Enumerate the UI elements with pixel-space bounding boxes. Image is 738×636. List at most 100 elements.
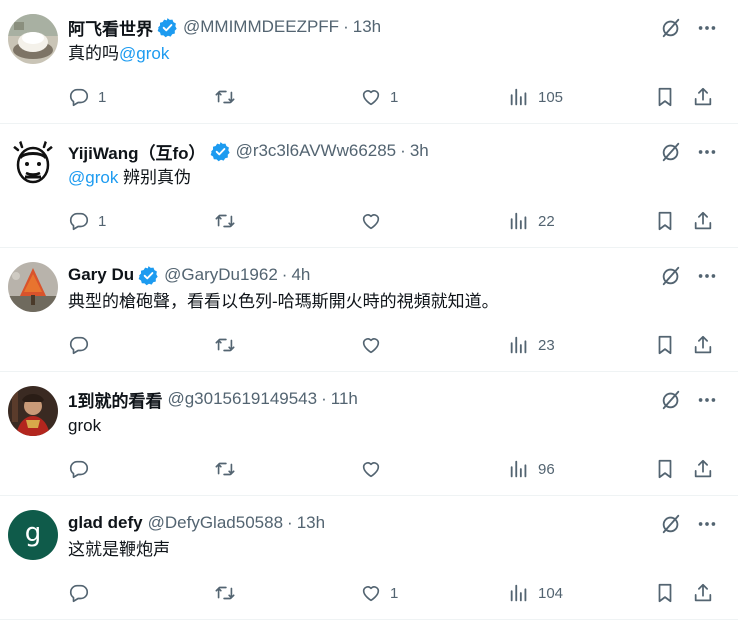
- reply-feed: 阿飞看世界 @MMIMMDEEZPFF · 13h 真的吗@grok 1 1 1…: [0, 0, 738, 636]
- reply-button[interactable]: [68, 332, 90, 358]
- avatar[interactable]: [8, 262, 58, 312]
- user-handle[interactable]: @g3015619149543: [167, 389, 317, 409]
- grok-icon[interactable]: [660, 17, 682, 39]
- share-button[interactable]: [692, 84, 714, 110]
- display-name[interactable]: YijiWang（互fo）: [68, 139, 206, 164]
- timestamp[interactable]: 3h: [410, 141, 429, 161]
- views-icon: [510, 460, 527, 478]
- autumn-tree-avatar: [8, 262, 58, 312]
- views-button[interactable]: 23: [508, 332, 555, 358]
- grok-icon[interactable]: [660, 513, 682, 535]
- action-bar: 1 22: [68, 208, 718, 234]
- more-icon[interactable]: [696, 17, 718, 39]
- tweet-text-suffix: 辨别真伪: [118, 168, 192, 187]
- timestamp[interactable]: 11h: [331, 389, 358, 409]
- mention-link[interactable]: @grok: [68, 168, 118, 187]
- share-button[interactable]: [692, 332, 714, 358]
- retweet-button[interactable]: [214, 332, 236, 358]
- timestamp[interactable]: 13h: [297, 513, 325, 533]
- share-button[interactable]: [692, 580, 714, 606]
- tweet[interactable]: 1到就的看看 @g3015619149543 · 11h grok 96: [0, 372, 738, 496]
- like-icon: [362, 90, 380, 106]
- retweet-icon: [215, 90, 235, 104]
- like-button[interactable]: [360, 332, 382, 358]
- tweet-text: 真的吗@grok: [68, 42, 169, 66]
- tweet[interactable]: Gary Du @GaryDu1962 · 4h 典型的槍砲聲，看看以色列-哈瑪…: [0, 248, 738, 372]
- verified-icon: [210, 141, 230, 161]
- tweet-header: 1到就的看看 @g3015619149543 · 11h: [68, 386, 358, 412]
- retweet-button[interactable]: [214, 456, 236, 482]
- more-icon[interactable]: [696, 265, 718, 287]
- user-handle[interactable]: @r3c3l6AVWw66285: [236, 141, 397, 161]
- tweet-header: glad defy @DefyGlad50588 · 13h: [68, 510, 325, 536]
- reply-icon: [69, 460, 89, 479]
- share-button[interactable]: [692, 456, 714, 482]
- timestamp[interactable]: 13h: [353, 17, 381, 37]
- tweet-text-prefix: grok: [68, 416, 102, 435]
- bookmark-icon: [658, 459, 672, 479]
- like-button[interactable]: [360, 456, 382, 482]
- more-icon[interactable]: [696, 513, 718, 535]
- bookmark-button[interactable]: [654, 208, 676, 234]
- retweet-button[interactable]: [214, 580, 236, 606]
- bookmark-button[interactable]: [654, 580, 676, 606]
- tweet-text: grok: [68, 414, 101, 438]
- mention-link[interactable]: @grok: [119, 44, 169, 63]
- avatar[interactable]: [8, 138, 58, 188]
- more-icon[interactable]: [696, 141, 718, 163]
- bookmark-icon: [658, 87, 672, 107]
- avatar[interactable]: g: [8, 510, 58, 560]
- avatar[interactable]: [8, 386, 58, 436]
- user-handle[interactable]: @MMIMMDEEZPFF: [183, 17, 339, 37]
- display-name[interactable]: glad defy: [68, 513, 143, 533]
- views-button[interactable]: 96: [508, 456, 555, 482]
- reply-count: 1: [98, 212, 107, 230]
- timestamp[interactable]: 4h: [291, 265, 310, 285]
- avatar[interactable]: [8, 14, 58, 64]
- grok-icon[interactable]: [660, 265, 682, 287]
- bookmark-icon: [658, 211, 672, 231]
- tweet-top-actions: [660, 389, 718, 411]
- letter-avatar: g: [24, 518, 42, 548]
- retweet-button[interactable]: [214, 208, 236, 234]
- like-button[interactable]: 1: [360, 84, 398, 110]
- separator-dot: ·: [343, 17, 349, 36]
- share-button[interactable]: [692, 208, 714, 234]
- reply-button[interactable]: [68, 580, 90, 606]
- views-button[interactable]: 105: [508, 84, 563, 110]
- retweet-icon: [215, 338, 235, 352]
- bookmark-button[interactable]: [654, 456, 676, 482]
- like-button[interactable]: [360, 208, 390, 234]
- bookmark-icon: [658, 583, 672, 603]
- views-button[interactable]: 104: [508, 580, 563, 606]
- reply-button[interactable]: 1: [68, 208, 106, 234]
- tweet-header: Gary Du @GaryDu1962 · 4h: [68, 262, 310, 288]
- user-handle[interactable]: @DefyGlad50588: [148, 513, 283, 533]
- grok-icon[interactable]: [660, 141, 682, 163]
- tweet[interactable]: YijiWang（互fo） @r3c3l6AVWw66285 · 3h @gro…: [0, 124, 738, 248]
- view-count: 23: [538, 336, 555, 354]
- reply-button[interactable]: [68, 456, 90, 482]
- more-icon[interactable]: [696, 389, 718, 411]
- display-name[interactable]: 1到就的看看: [68, 387, 162, 412]
- separator-dot: ·: [400, 141, 406, 160]
- tweet[interactable]: 阿飞看世界 @MMIMMDEEZPFF · 13h 真的吗@grok 1 1 1…: [0, 0, 738, 124]
- bookmark-button[interactable]: [654, 84, 676, 110]
- user-handle[interactable]: @GaryDu1962: [164, 265, 278, 285]
- bookmark-button[interactable]: [654, 332, 676, 358]
- display-name[interactable]: 阿飞看世界: [68, 15, 153, 40]
- like-icon: [362, 338, 380, 354]
- share-icon: [694, 211, 712, 230]
- reply-icon: [69, 584, 89, 603]
- reply-button[interactable]: 1: [68, 84, 106, 110]
- retweet-button[interactable]: [214, 84, 236, 110]
- tweet[interactable]: g glad defy @DefyGlad50588 · 13h 这就是鞭炮声 …: [0, 496, 738, 620]
- display-name[interactable]: Gary Du: [68, 265, 134, 285]
- tweet-header: 阿飞看世界 @MMIMMDEEZPFF · 13h: [68, 14, 381, 40]
- action-bar: 1 1 105: [68, 84, 718, 110]
- view-count: 105: [538, 88, 564, 106]
- like-count: 1: [390, 584, 399, 602]
- like-button[interactable]: 1: [360, 580, 398, 606]
- views-button[interactable]: 22: [508, 208, 555, 234]
- grok-icon[interactable]: [660, 389, 682, 411]
